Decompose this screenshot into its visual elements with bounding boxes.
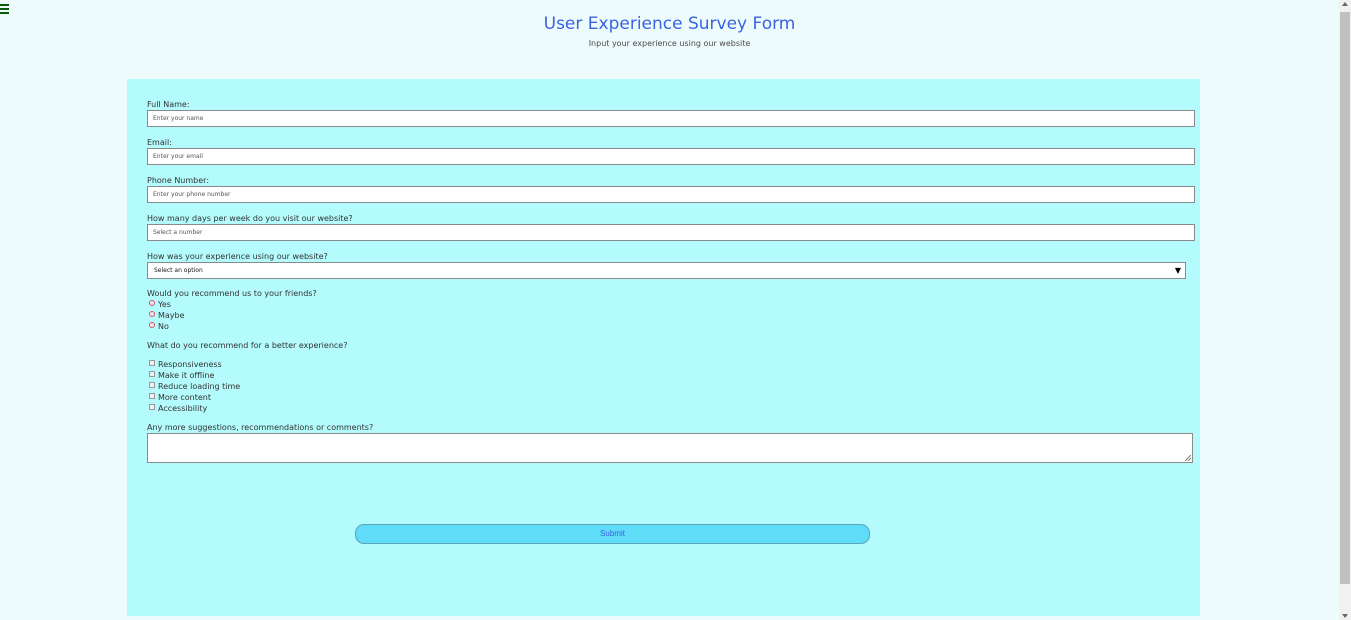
- days-placeholder: Select a number: [153, 229, 203, 236]
- checkbox[interactable]: [149, 382, 155, 388]
- email-placeholder: Enter your email: [153, 153, 203, 160]
- scrollbar-thumb[interactable]: [1340, 12, 1350, 584]
- radio-button[interactable]: [149, 322, 155, 328]
- checkbox-label: Accessibility: [158, 404, 208, 413]
- scroll-down-arrow-icon[interactable]: [1342, 614, 1348, 618]
- checkbox-option-more-content[interactable]: More content: [149, 393, 211, 402]
- triangle-down-icon: ▼: [1174, 266, 1181, 275]
- days-label: How many days per week do you visit our …: [147, 214, 353, 223]
- radio-button[interactable]: [149, 311, 155, 317]
- checkbox[interactable]: [149, 404, 155, 410]
- checkbox-label: Reduce loading time: [158, 382, 241, 391]
- experience-label: How was your experience using our websit…: [147, 252, 328, 261]
- full-name-placeholder: Enter your name: [153, 115, 204, 122]
- vertical-scrollbar[interactable]: [1339, 0, 1351, 620]
- submit-button[interactable]: Submit: [355, 524, 870, 544]
- radio-option-no[interactable]: No: [149, 322, 169, 331]
- phone-label: Phone Number:: [147, 176, 210, 185]
- email-input[interactable]: Enter your email: [147, 148, 1195, 165]
- experience-select[interactable]: Select an option ▼: [147, 262, 1186, 279]
- checkbox[interactable]: [149, 360, 155, 366]
- page-subtitle: Input your experience using our website: [588, 39, 751, 48]
- full-name-input[interactable]: Enter your name: [147, 110, 1195, 127]
- checkbox-label: More content: [158, 393, 212, 402]
- phone-input[interactable]: Enter your phone number: [147, 186, 1195, 203]
- days-number-input[interactable]: Select a number: [147, 224, 1195, 241]
- scroll-up-arrow-icon[interactable]: [1342, 2, 1348, 6]
- radio-button[interactable]: [149, 300, 155, 306]
- radio-label: Yes: [158, 300, 171, 309]
- comments-label: Any more suggestions, recommendations or…: [147, 423, 374, 432]
- survey-form: Full Name: Enter your name Email: Enter …: [127, 79, 1200, 616]
- comments-textarea[interactable]: [147, 433, 1193, 463]
- full-name-label: Full Name:: [147, 100, 190, 109]
- checkbox-option-offline[interactable]: Make it offline: [149, 371, 214, 380]
- radio-option-maybe[interactable]: Maybe: [149, 311, 185, 320]
- checkbox-option-accessibility[interactable]: Accessibility: [149, 404, 207, 413]
- checkbox-option-loading-time[interactable]: Reduce loading time: [149, 382, 240, 391]
- page-title: User Experience Survey Form: [543, 14, 796, 34]
- checkbox[interactable]: [149, 393, 155, 399]
- checkbox-label: Responsiveness: [158, 360, 222, 369]
- checkbox-label: Make it offline: [158, 371, 215, 380]
- radio-label: No: [158, 322, 169, 331]
- radio-label: Maybe: [158, 311, 185, 320]
- checkbox-option-responsiveness[interactable]: Responsiveness: [149, 360, 222, 369]
- phone-placeholder: Enter your phone number: [153, 191, 231, 198]
- checkbox[interactable]: [149, 371, 155, 377]
- improvements-label: What do you recommend for a better exper…: [147, 341, 348, 350]
- experience-selected-value: Select an option: [154, 267, 203, 274]
- resize-handle-icon[interactable]: [1185, 455, 1191, 461]
- recommend-label: Would you recommend us to your friends?: [147, 289, 317, 298]
- email-label: Email:: [147, 138, 172, 147]
- radio-option-yes[interactable]: Yes: [149, 300, 171, 309]
